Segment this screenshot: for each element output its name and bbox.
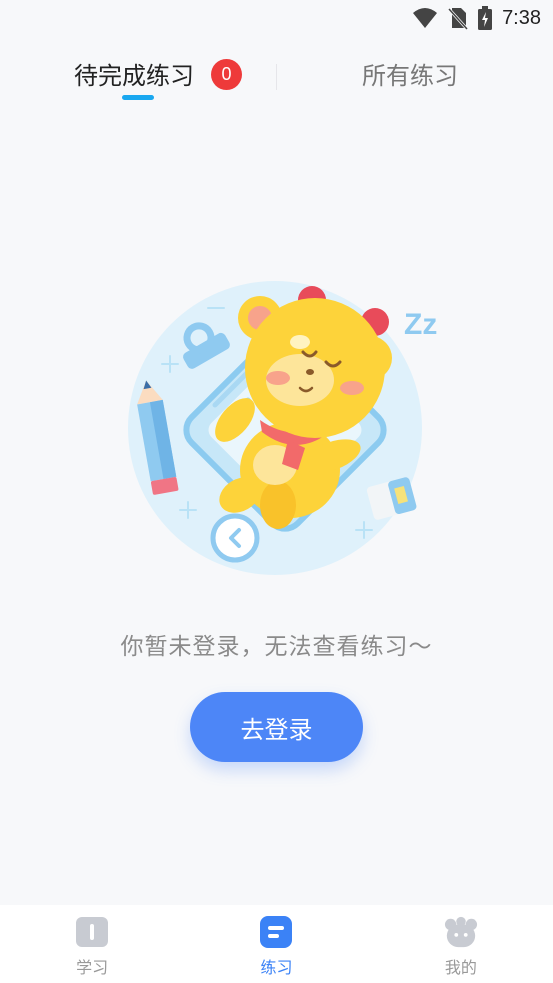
tab-active-indicator	[122, 95, 154, 100]
battery-charging-icon	[478, 6, 493, 30]
not-logged-in-message: 你暂未登录，无法查看练习～	[120, 634, 433, 660]
nav-item-mine[interactable]: 我的	[369, 905, 553, 983]
tab-pending-practice[interactable]: 待完成练习	[74, 56, 194, 91]
screen: 7:38 待完成练习 0 所有练习 Zz 你暂未登录，无法查看练习～ 去登录 学…	[0, 0, 553, 983]
nav-label-mine: 我的	[444, 958, 477, 977]
status-bar: 7:38	[0, 0, 553, 38]
nav-label-practice: 练习	[260, 958, 293, 977]
nav-label-study: 学习	[76, 958, 109, 977]
login-button[interactable]: 去登录	[190, 692, 363, 762]
practice-doc-icon	[259, 915, 293, 949]
book-icon	[75, 915, 109, 949]
tab-divider	[276, 64, 277, 90]
bear-face-icon	[444, 915, 478, 949]
nav-item-study[interactable]: 学习	[0, 905, 184, 983]
status-time: 7:38	[502, 6, 541, 29]
no-sim-icon	[448, 6, 469, 30]
nav-item-practice[interactable]: 练习	[184, 905, 368, 983]
tab-bar: 待完成练习 0 所有练习	[0, 50, 553, 110]
empty-state-illustration: Zz	[120, 280, 450, 590]
status-icons: 7:38	[412, 6, 541, 30]
zz-text: Zz	[404, 308, 437, 341]
tab-all-practice[interactable]: 所有练习	[362, 56, 458, 91]
wifi-icon	[412, 7, 438, 29]
pending-count-badge: 0	[211, 59, 242, 90]
bottom-nav: 学习 练习 我的	[0, 905, 553, 983]
